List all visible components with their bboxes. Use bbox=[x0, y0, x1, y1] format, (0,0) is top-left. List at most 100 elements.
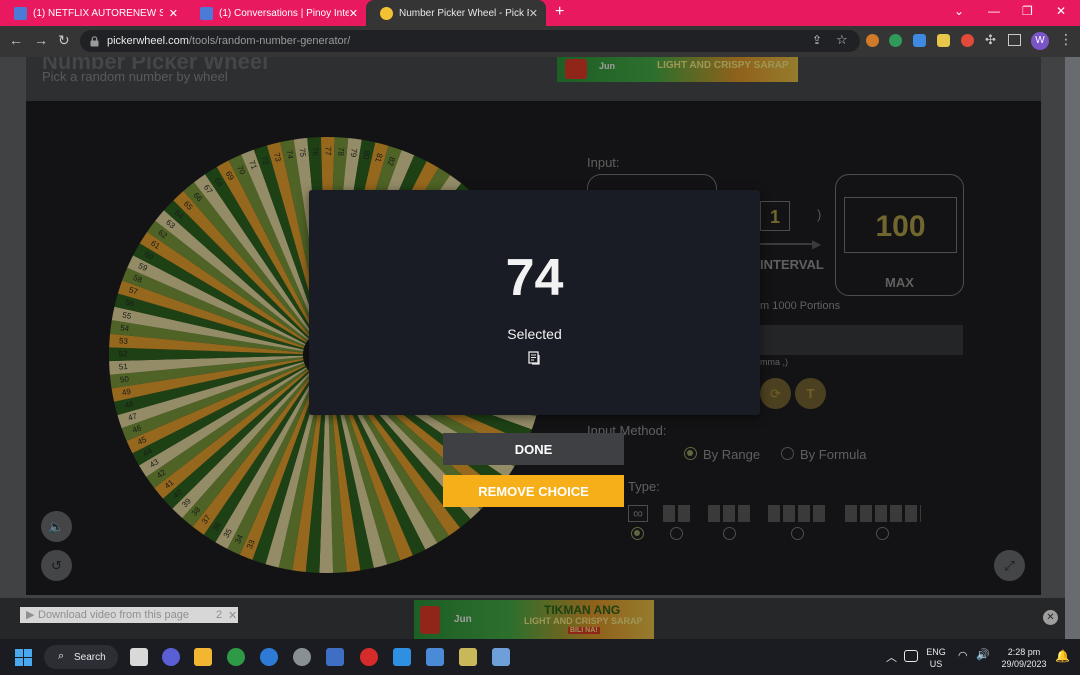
address-bar[interactable]: pickerwheel.com/tools/random-number-gene… bbox=[80, 30, 860, 52]
wheel-number-label: 54 bbox=[120, 323, 131, 333]
extension-red-icon[interactable] bbox=[961, 34, 974, 47]
selected-label: Selected bbox=[507, 326, 562, 342]
shuffle-button[interactable]: ⟳ bbox=[760, 378, 791, 409]
type-radio-3[interactable] bbox=[723, 527, 736, 540]
extension-blue-icon[interactable] bbox=[913, 34, 926, 47]
extension-green-icon[interactable] bbox=[889, 34, 902, 47]
input-label: Input: bbox=[587, 155, 620, 170]
tab-number-picker[interactable]: Number Picker Wheel - Pick Ran ✕ bbox=[366, 0, 546, 26]
calendar-app-icon[interactable] bbox=[426, 648, 444, 666]
extension-cookie-icon[interactable] bbox=[866, 34, 879, 47]
type-radio-1[interactable] bbox=[631, 527, 644, 540]
file-explorer-icon[interactable] bbox=[194, 648, 212, 666]
custom-input-field[interactable] bbox=[760, 325, 963, 355]
type-radio-5[interactable] bbox=[876, 527, 889, 540]
wheel-number-label: 79 bbox=[349, 148, 359, 159]
expand-icon: ⤢ bbox=[1004, 557, 1015, 573]
type-option-5[interactable] bbox=[845, 505, 921, 522]
sound-button[interactable]: 🔈 bbox=[41, 511, 72, 542]
opera-icon[interactable] bbox=[360, 648, 378, 666]
extension-yellow-icon[interactable] bbox=[937, 34, 950, 47]
close-tab-icon[interactable]: ✕ bbox=[529, 7, 538, 20]
tray-app-icon[interactable] bbox=[904, 650, 918, 662]
new-tab-button[interactable]: + bbox=[555, 3, 564, 21]
shuffle-icon: ⟳ bbox=[770, 385, 781, 401]
share-icon[interactable]: ⇪ bbox=[812, 33, 822, 47]
edge-icon[interactable] bbox=[260, 648, 278, 666]
wheel-number-label: 53 bbox=[119, 336, 129, 346]
bottom-ad-banner[interactable]: Jun TIKMAN ANG LIGHT AND CRISPY SARAP BI… bbox=[414, 600, 654, 639]
by-range-radio[interactable] bbox=[684, 447, 697, 460]
history-button[interactable]: ↺ bbox=[41, 550, 72, 581]
taskbar-search[interactable]: ⌕ Search bbox=[44, 645, 118, 669]
windows-start-icon[interactable] bbox=[15, 649, 32, 666]
chrome-icon[interactable] bbox=[227, 648, 245, 666]
wheel-number-label: 76 bbox=[311, 147, 321, 157]
type-label: Type: bbox=[628, 479, 660, 494]
ad-logo-jun: Jun bbox=[454, 614, 472, 625]
volume-icon[interactable]: 🔊 bbox=[976, 648, 990, 661]
page-subtitle: Pick a random number by wheel bbox=[42, 69, 228, 84]
wheel-number-label: 77 bbox=[324, 147, 333, 156]
close-tab-icon[interactable]: ✕ bbox=[169, 7, 178, 20]
infinity-option[interactable]: ∞ bbox=[628, 505, 648, 522]
search-icon: ⌕ bbox=[58, 650, 65, 662]
lock-icon bbox=[90, 36, 99, 47]
history-icon: ↺ bbox=[51, 557, 62, 573]
copy-result-icon[interactable] bbox=[528, 351, 541, 365]
page-header: Number Picker Wheel Pick a random number… bbox=[26, 57, 1041, 101]
type-radio-2[interactable] bbox=[670, 527, 683, 540]
photos-app-icon[interactable] bbox=[492, 648, 510, 666]
profile-avatar[interactable]: W bbox=[1031, 32, 1049, 50]
minimize-icon[interactable]: — bbox=[988, 4, 1000, 18]
reload-icon[interactable]: ↻ bbox=[58, 32, 70, 49]
type-radio-4[interactable] bbox=[791, 527, 804, 540]
close-window-icon[interactable]: ✕ bbox=[1056, 4, 1066, 18]
task-view-icon[interactable] bbox=[130, 648, 148, 666]
interval-arrow-line bbox=[760, 243, 818, 245]
max-box: 100 MAX bbox=[835, 174, 964, 296]
close-download-bar-icon[interactable]: ✕ bbox=[228, 609, 237, 622]
tray-overflow-icon[interactable]: ︿ bbox=[886, 649, 897, 665]
wheel-number-label: 51 bbox=[119, 362, 129, 372]
fullscreen-button[interactable]: ⤢ bbox=[994, 550, 1025, 581]
side-panel-icon[interactable] bbox=[1008, 34, 1021, 46]
interval-arrow-icon: ▶ bbox=[812, 237, 822, 251]
done-button[interactable]: DONE bbox=[443, 433, 624, 465]
notification-bell-icon[interactable]: 🔔 bbox=[1055, 649, 1070, 663]
close-tab-icon[interactable]: ✕ bbox=[349, 7, 358, 20]
wifi-icon[interactable]: ◠ bbox=[958, 649, 968, 662]
remove-choice-button[interactable]: REMOVE CHOICE bbox=[443, 475, 624, 507]
bookmark-star-icon[interactable]: ☆ bbox=[836, 32, 848, 48]
maximize-icon[interactable]: ❐ bbox=[1022, 4, 1033, 18]
tab-netflix[interactable]: (1) NETFLIX AUTORENEW SOLO ✕ bbox=[0, 0, 186, 26]
text-button[interactable]: T bbox=[795, 378, 826, 409]
mail-app-icon[interactable] bbox=[393, 648, 411, 666]
forward-icon[interactable]: → bbox=[34, 32, 48, 48]
ad-product-icon bbox=[565, 59, 587, 79]
interval-input[interactable]: 1 bbox=[760, 201, 790, 231]
site-favicon-icon bbox=[200, 6, 213, 20]
browser-toolbar: ← → ↻ pickerwheel.com/tools/random-numbe… bbox=[0, 26, 1080, 57]
speaker-icon: 🔈 bbox=[48, 518, 65, 534]
ad-logo-jun: Jun bbox=[599, 61, 616, 71]
type-option-3[interactable] bbox=[708, 505, 750, 522]
menu-kebab-icon[interactable]: ⋮ bbox=[1059, 31, 1073, 48]
type-option-2[interactable] bbox=[663, 505, 691, 522]
close-ad-icon[interactable]: ✕ bbox=[1043, 610, 1058, 625]
download-video-bar[interactable]: ▶ Download video from this page 2 ✕ bbox=[20, 607, 238, 623]
back-icon[interactable]: ← bbox=[9, 32, 23, 48]
max-input[interactable]: 100 bbox=[844, 197, 957, 253]
wheel-number-label: 75 bbox=[298, 148, 308, 158]
top-ad-banner[interactable]: Jun LIGHT AND CRISPY SARAP bbox=[557, 57, 798, 82]
tab-search-icon[interactable]: ⌄ bbox=[954, 4, 964, 18]
by-formula-radio[interactable] bbox=[781, 447, 794, 460]
extensions-puzzle-icon[interactable]: ✣ bbox=[985, 32, 996, 48]
network-app-icon[interactable] bbox=[326, 648, 344, 666]
chat-icon[interactable] bbox=[162, 648, 180, 666]
settings-gear-icon[interactable] bbox=[293, 648, 311, 666]
type-option-4[interactable] bbox=[768, 505, 828, 522]
tab-strip: (1) NETFLIX AUTORENEW SOLO ✕ (1) Convers… bbox=[0, 0, 1080, 26]
tab-conversations[interactable]: (1) Conversations | Pinoy Interne ✕ bbox=[186, 0, 366, 26]
paint-app-icon[interactable] bbox=[459, 648, 477, 666]
